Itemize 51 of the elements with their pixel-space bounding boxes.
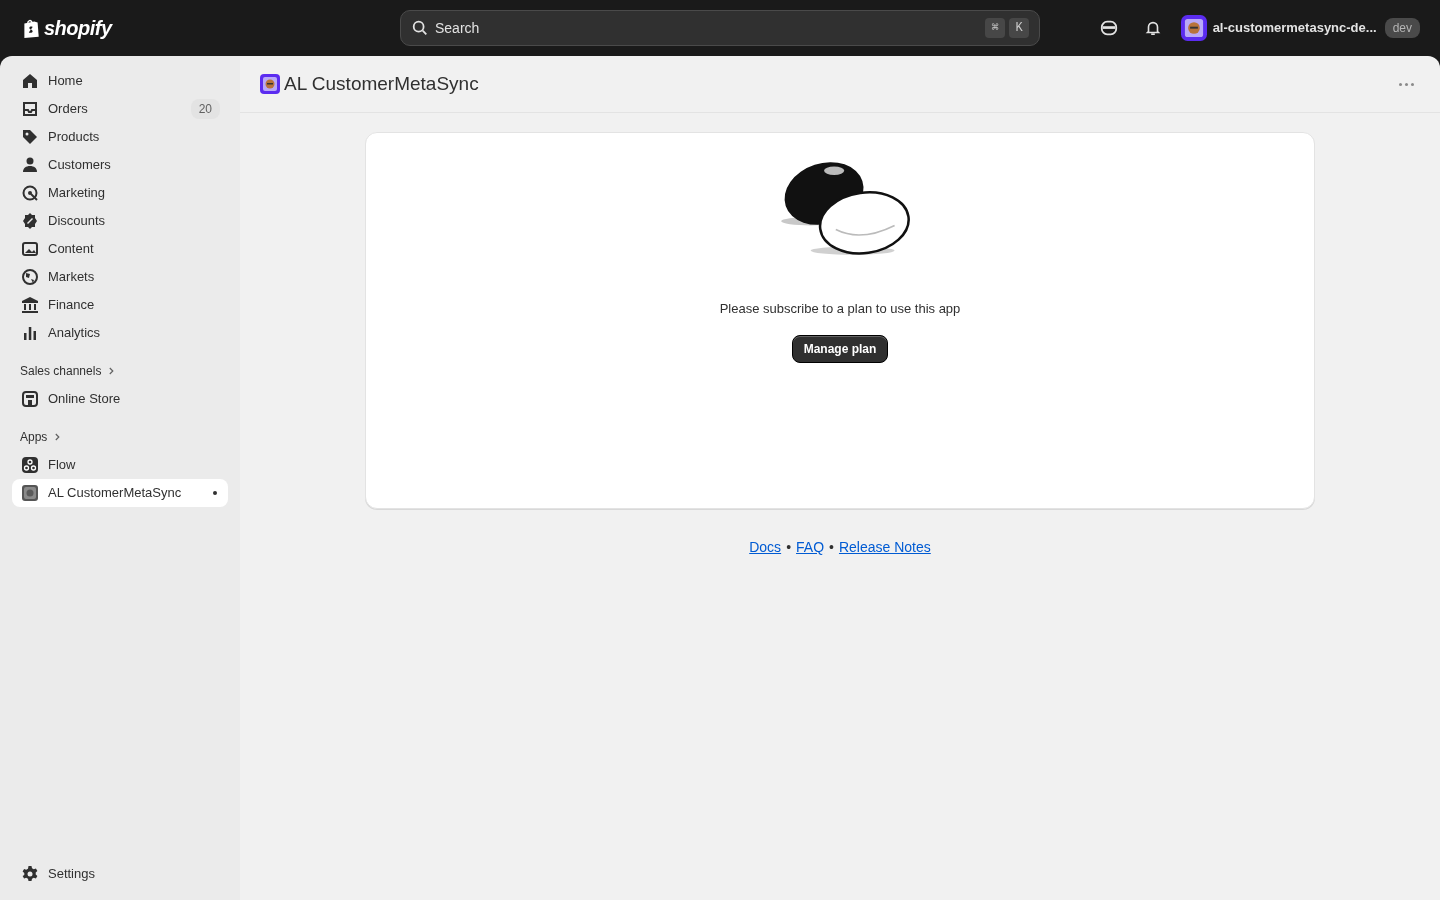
bell-icon <box>1143 19 1162 37</box>
settings-link[interactable]: Settings <box>12 860 228 888</box>
section-heading[interactable]: Apps <box>12 423 72 451</box>
nav-item[interactable]: Discounts <box>12 207 228 235</box>
target-icon <box>20 183 40 203</box>
section-heading[interactable]: Sales channels <box>12 357 126 385</box>
search-field[interactable]: Search ⌘ K <box>400 10 1040 46</box>
nav-item[interactable]: Flow <box>12 451 228 479</box>
shortcut-key: ⌘ <box>985 18 1005 38</box>
nav-item[interactable]: Marketing <box>12 179 228 207</box>
logo-text: shopify <box>44 16 112 41</box>
store-icon <box>20 389 40 409</box>
tag-icon <box>20 127 40 147</box>
flow-icon <box>20 455 40 475</box>
store-avatar-icon <box>1180 15 1207 41</box>
app-icon <box>20 483 40 503</box>
person-icon <box>20 155 40 175</box>
nav-item[interactable]: Content <box>12 235 228 263</box>
nav-item[interactable]: AL CustomerMetaSync <box>12 479 228 507</box>
nav-item[interactable]: Home <box>12 67 228 95</box>
footer-link[interactable]: FAQ <box>796 537 825 558</box>
nav-item[interactable]: Customers <box>12 151 228 179</box>
subscribe-message: Please subscribe to a plan to use this app <box>719 300 961 318</box>
separator: • <box>829 538 834 557</box>
nav-item[interactable]: Orders 20 <box>12 95 228 123</box>
bank-icon <box>20 295 40 315</box>
more-icon <box>1398 82 1414 86</box>
nav-item[interactable]: Online Store <box>12 385 228 413</box>
search-icon <box>411 19 429 37</box>
footer-link[interactable]: Docs <box>749 537 782 558</box>
separator: • <box>786 538 792 557</box>
image-icon <box>20 239 40 259</box>
home-icon <box>20 71 40 91</box>
nav-item[interactable]: Markets <box>12 263 228 291</box>
store-menu[interactable]: al-customermetasync-de... dev <box>1180 15 1420 41</box>
inbox-icon <box>20 99 40 119</box>
page-title: AL CustomerMetaSync <box>284 71 479 96</box>
globe-icon <box>20 267 40 287</box>
nav-item[interactable]: Products <box>12 123 228 151</box>
footer-link[interactable]: Release Notes <box>838 537 931 558</box>
app-avatar-icon <box>260 74 280 94</box>
discount-icon <box>20 211 40 231</box>
shortcut-key: K <box>1009 18 1029 38</box>
gear-icon <box>20 864 40 884</box>
count-badge: 20 <box>190 99 220 119</box>
manage-plan-button[interactable]: Manage plan <box>791 334 889 363</box>
nav-item[interactable]: Finance <box>12 291 228 319</box>
nav-item[interactable]: Analytics <box>12 319 228 347</box>
store-name: al-customermetasync-de... <box>1212 19 1377 38</box>
search-placeholder: Search <box>435 18 480 38</box>
dev-badge: dev <box>1384 18 1420 38</box>
